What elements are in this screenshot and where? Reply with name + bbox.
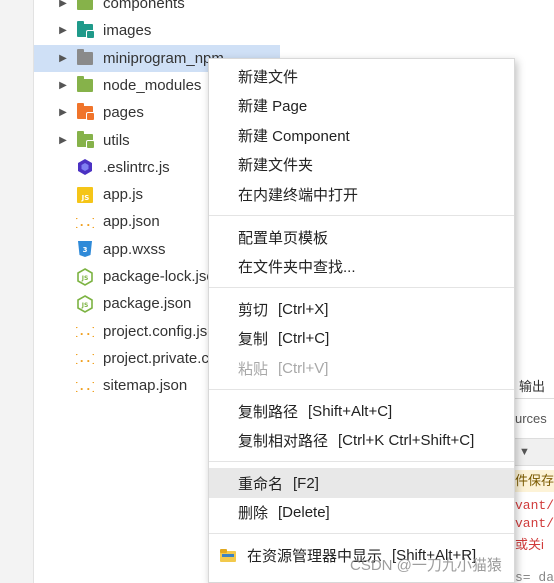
menu-item[interactable]: 复制相对路径 [Ctrl+K Ctrl+Shift+C] [209, 426, 514, 456]
javascript-icon: JS [76, 186, 94, 204]
tree-item-label: app.wxss [103, 240, 166, 258]
menu-item[interactable]: 新建 Component [209, 120, 514, 150]
panel-dropdown[interactable]: ▼ [515, 438, 554, 466]
chevron-right-icon[interactable]: ▶ [56, 53, 70, 64]
menu-item-label: 新建文件 [238, 68, 299, 86]
folder-icon [76, 75, 94, 94]
output-tab[interactable]: 输出 [515, 376, 554, 396]
svg-text:{..}: {..} [76, 352, 94, 365]
menu-item-label: 新建 Component [238, 127, 350, 145]
menu-item-label: 新建文件夹 [238, 157, 314, 175]
menu-item-shortcut: [F2] [293, 474, 319, 492]
tree-item-label: utils [103, 131, 130, 149]
menu-item[interactable]: 新建 Page [209, 91, 514, 121]
menu-separator [209, 287, 514, 289]
svg-text:3: 3 [83, 246, 88, 254]
menu-item[interactable]: 删除 [Delete] [209, 498, 514, 528]
folder-icon [76, 48, 94, 67]
menu-item[interactable]: 配置单页模板 [209, 222, 514, 252]
menu-separator [209, 461, 514, 463]
nodejs-icon: JS [76, 267, 94, 286]
menu-item-shortcut: [Shift+Alt+C] [308, 402, 393, 420]
menu-item[interactable]: 复制 [Ctrl+C] [209, 324, 514, 354]
chevron-right-icon[interactable]: ▶ [56, 107, 70, 118]
chevron-right-icon[interactable]: ▶ [56, 135, 70, 146]
menu-item-shortcut: [Ctrl+V] [278, 359, 329, 377]
activity-bar [0, 0, 34, 583]
menu-separator [209, 533, 514, 535]
tree-item-label: images [103, 22, 152, 40]
tree-item-label: .eslintrc.js [103, 158, 170, 176]
menu-item-label: 在内建终端中打开 [238, 186, 359, 204]
tree-item-label: package-lock.json [103, 268, 224, 285]
chevron-right-icon[interactable]: ▶ [56, 80, 70, 91]
menu-item-label: 复制路径 [238, 403, 299, 421]
folder-item[interactable]: ▶ components [34, 0, 280, 17]
menu-item-label: 复制相对路径 [238, 433, 329, 451]
folder-icon [219, 547, 237, 563]
tree-item-label: app.json [103, 213, 160, 231]
menu-separator [209, 215, 514, 216]
menu-item-label: 在文件夹中查找... [238, 259, 356, 277]
svg-text:{..}: {..} [76, 216, 94, 229]
log-line: vant/ [515, 516, 554, 531]
menu-item[interactable]: 重命名 [F2] [209, 468, 514, 499]
menu-item[interactable]: 在内建终端中打开 [209, 179, 514, 209]
nodejs-icon: JS [76, 294, 94, 313]
tree-item-label: miniprogram_npm [103, 49, 224, 67]
menu-item[interactable]: 剪切 [Ctrl+X] [209, 294, 514, 324]
log-line: 件保存 [515, 470, 554, 492]
tree-item-label: sitemap.json [103, 377, 188, 395]
menu-item-label: 重命名 [238, 475, 284, 493]
menu-item-label: 剪切 [238, 301, 269, 319]
menu-item-shortcut: [Ctrl+K Ctrl+Shift+C] [338, 432, 475, 450]
tree-item-label: pages [103, 104, 144, 122]
watermark: CSDN @一刀九小猫猿 [350, 557, 502, 574]
eslint-icon [76, 158, 94, 176]
tree-item-label: components [103, 0, 185, 12]
menu-separator [209, 389, 514, 390]
chevron-right-icon[interactable]: ▶ [56, 0, 70, 9]
tree-item-label: app.js [103, 186, 144, 204]
menu-item[interactable]: 新建文件夹 [209, 150, 514, 180]
json-icon: {..} [76, 213, 94, 231]
folder-icon [76, 0, 94, 13]
chevron-right-icon[interactable]: ▶ [56, 25, 70, 36]
json-icon: {..} [76, 377, 94, 395]
json-icon: {..} [76, 322, 94, 340]
menu-item-shortcut: [Delete] [278, 504, 330, 522]
menu-item-shortcut: [Ctrl+X] [278, 300, 329, 318]
log-line: s= da [515, 570, 554, 583]
menu-item[interactable]: 新建文件 [209, 61, 514, 91]
menu-item-shortcut: [Ctrl+C] [278, 330, 330, 348]
svg-text:{..}: {..} [76, 325, 94, 338]
output-panel: 输出 urces ▼ 件保存 vant/u vant/ 或关i s= da [515, 0, 554, 583]
css-icon: 3 [76, 240, 94, 258]
context-menu: 新建文件新建 Page 新建 Component 新建文件夹在内建终端中打开 配置单页… [208, 58, 515, 583]
menu-item-label: 粘贴 [238, 360, 269, 378]
menu-item-label: 新建 Page [238, 98, 308, 116]
svg-text:JS: JS [81, 275, 89, 282]
folder-item[interactable]: ▶ images [34, 17, 280, 44]
menu-item[interactable]: 粘贴 [Ctrl+V] [209, 353, 514, 383]
json-icon: {..} [76, 349, 94, 367]
folder-icon [76, 103, 95, 122]
svg-text:{..}: {..} [76, 380, 94, 393]
menu-item-label: 配置单页模板 [238, 229, 329, 247]
menu-item[interactable]: 复制路径 [Shift+Alt+C] [209, 396, 514, 426]
tree-item-label: project.config.json [103, 322, 224, 340]
menu-item-label: 删除 [238, 505, 269, 523]
tree-item-label: package.json [103, 295, 192, 313]
folder-icon [76, 21, 95, 40]
menu-item-label: 复制 [238, 331, 269, 349]
log-line: 或关i [515, 537, 544, 552]
log-line: vant/u [515, 498, 554, 513]
menu-item[interactable]: 在文件夹中查找... [209, 252, 514, 282]
svg-text:JS: JS [81, 302, 89, 309]
folder-icon [76, 130, 95, 149]
svg-text:JS: JS [81, 194, 90, 202]
sources-tab[interactable]: urces [515, 411, 554, 431]
tree-item-label: node_modules [103, 76, 202, 94]
